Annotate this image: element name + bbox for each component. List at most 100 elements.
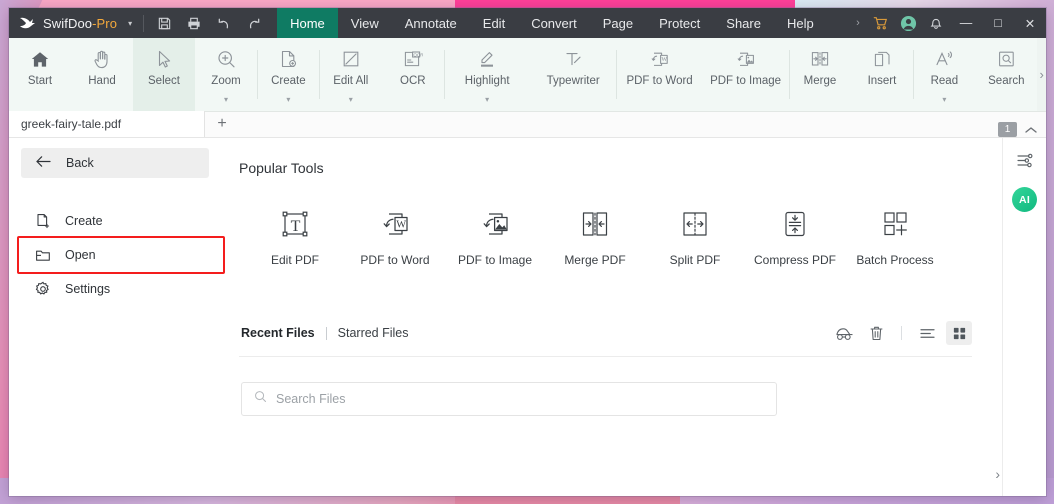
- pdf-to-image-icon: [478, 206, 512, 242]
- tab-starred-files[interactable]: Starred Files: [338, 326, 409, 340]
- next-page-chevron-icon[interactable]: ›: [995, 466, 1000, 482]
- menu-item-home[interactable]: Home: [277, 8, 338, 38]
- typewriter-icon: [563, 47, 584, 71]
- bell-icon[interactable]: [922, 8, 950, 38]
- account-icon[interactable]: [894, 8, 922, 38]
- tool-batch-process[interactable]: Batch Process: [845, 206, 945, 267]
- ribbon-button-read[interactable]: Read ▾: [913, 38, 975, 111]
- tool-pdf-to-word[interactable]: W PDF to Word: [345, 206, 445, 267]
- chevron-down-icon[interactable]: ▾: [942, 96, 946, 104]
- tab-recent-files[interactable]: Recent Files: [241, 326, 315, 340]
- menu-item-view[interactable]: View: [338, 8, 392, 38]
- ribbon-label: OCR: [400, 75, 426, 87]
- ribbon-button-merge[interactable]: Merge: [789, 38, 851, 111]
- ribbon-label: Select: [148, 75, 180, 87]
- home-icon: [30, 47, 50, 71]
- folder-open-icon: [35, 248, 51, 262]
- ribbon-button-start[interactable]: Start: [9, 38, 71, 111]
- chevron-down-icon[interactable]: ▾: [128, 19, 132, 28]
- arrow-left-icon: [35, 155, 52, 171]
- document-tab[interactable]: greek-fairy-tale.pdf: [9, 111, 205, 137]
- ribbon-button-insert[interactable]: Insert: [851, 38, 913, 111]
- ribbon-label: Typewriter: [546, 75, 600, 87]
- page-count-badge: 1: [998, 122, 1017, 137]
- create-file-icon: [279, 47, 298, 71]
- chevron-down-icon[interactable]: ▾: [349, 96, 353, 104]
- menu-item-protect[interactable]: Protect: [646, 8, 713, 38]
- undo-icon[interactable]: [209, 8, 239, 38]
- pdf-to-word-icon: W: [649, 47, 671, 71]
- private-mode-icon[interactable]: [831, 321, 857, 345]
- merge-pdf-icon: [578, 206, 612, 242]
- chevron-up-icon[interactable]: [1024, 125, 1038, 135]
- menu-item-convert[interactable]: Convert: [518, 8, 590, 38]
- ribbon-button-pdf-to-image[interactable]: PDF to Image: [703, 38, 789, 111]
- search-files-box[interactable]: Search Files: [241, 382, 777, 416]
- search-input-placeholder[interactable]: Search Files: [276, 392, 345, 406]
- chevron-down-icon[interactable]: ▾: [286, 96, 290, 104]
- split-pdf-icon: [678, 206, 712, 242]
- ribbon-label: Edit All: [333, 75, 369, 87]
- maximize-button[interactable]: □: [982, 8, 1014, 38]
- cart-icon[interactable]: [866, 8, 894, 38]
- ai-assistant-badge[interactable]: AI: [1012, 187, 1037, 212]
- svg-text:W: W: [396, 220, 406, 231]
- ribbon-label: Merge: [803, 75, 837, 87]
- ribbon-button-edit-all[interactable]: Edit All ▾: [320, 38, 382, 111]
- ribbon-label: Zoom: [211, 75, 241, 87]
- ribbon-overflow-chevron-icon[interactable]: ›: [1037, 38, 1046, 111]
- tool-compress-pdf[interactable]: Compress PDF: [745, 206, 845, 267]
- separator-line: [239, 356, 972, 357]
- close-button[interactable]: ✕: [1014, 8, 1046, 38]
- tool-pdf-to-image[interactable]: PDF to Image: [445, 206, 545, 267]
- menu-overflow-chevron-icon[interactable]: ›: [850, 17, 866, 29]
- ribbon-button-hand[interactable]: Hand: [71, 38, 133, 111]
- tool-label: Batch Process: [856, 253, 934, 267]
- menu-item-edit[interactable]: Edit: [470, 8, 518, 38]
- popular-tools-title: Popular Tools: [239, 160, 324, 176]
- delete-icon[interactable]: [863, 321, 889, 345]
- brand[interactable]: SwifDoo-Pro ▾: [9, 16, 138, 31]
- ribbon-button-typewriter[interactable]: Typewriter: [530, 38, 616, 111]
- svg-text:T: T: [291, 218, 301, 235]
- pdf-to-image-icon: [735, 47, 757, 71]
- divider: [325, 326, 327, 340]
- menu-item-page[interactable]: Page: [590, 8, 646, 38]
- ribbon-label: Read: [930, 75, 959, 87]
- grid-view-icon[interactable]: [946, 321, 972, 345]
- ribbon-button-create[interactable]: Create ▾: [257, 38, 319, 111]
- read-aloud-icon: [933, 47, 955, 71]
- ribbon-button-highlight[interactable]: Highlight ▾: [444, 38, 530, 111]
- back-button[interactable]: Back: [21, 148, 209, 178]
- nav-item-settings[interactable]: Settings: [21, 272, 209, 306]
- menu-item-annotate[interactable]: Annotate: [392, 8, 470, 38]
- nav-list: Create Open Settings: [9, 204, 225, 306]
- ribbon-toolbar: Start Hand Select Zoom ▾ Create ▾ Edit A…: [9, 38, 1046, 112]
- redo-icon[interactable]: [239, 8, 269, 38]
- tool-split-pdf[interactable]: Split PDF: [645, 206, 745, 267]
- tool-merge-pdf[interactable]: Merge PDF: [545, 206, 645, 267]
- menu-item-help[interactable]: Help: [774, 8, 827, 38]
- ribbon-button-ocr[interactable]: OCR OCR: [382, 38, 444, 111]
- nav-item-open[interactable]: Open: [17, 236, 225, 274]
- titlebar-right: › — □ ✕: [850, 8, 1046, 38]
- menu-item-share[interactable]: Share: [713, 8, 774, 38]
- new-tab-button[interactable]: +: [205, 111, 239, 137]
- tool-edit-pdf[interactable]: T Edit PDF: [245, 206, 345, 267]
- list-view-icon[interactable]: [914, 321, 940, 345]
- batch-process-icon: [878, 206, 912, 242]
- chevron-down-icon[interactable]: ▾: [224, 96, 228, 104]
- sliders-icon[interactable]: [1016, 152, 1034, 169]
- cursor-icon: [155, 47, 173, 71]
- save-icon[interactable]: [149, 8, 179, 38]
- nav-item-create[interactable]: Create: [21, 204, 209, 238]
- chevron-down-icon[interactable]: ▾: [485, 96, 489, 104]
- title-bar: SwifDoo-Pro ▾ Home View Annotate Edit Co…: [9, 8, 1046, 38]
- ribbon-button-search[interactable]: Search: [975, 38, 1037, 111]
- ribbon-button-select[interactable]: Select: [133, 38, 195, 111]
- print-icon[interactable]: [179, 8, 209, 38]
- ribbon-button-pdf-to-word[interactable]: W PDF to Word: [617, 38, 703, 111]
- document-tab-bar: greek-fairy-tale.pdf + 1: [9, 111, 1046, 138]
- ribbon-button-zoom[interactable]: Zoom ▾: [195, 38, 257, 111]
- minimize-button[interactable]: —: [950, 8, 982, 38]
